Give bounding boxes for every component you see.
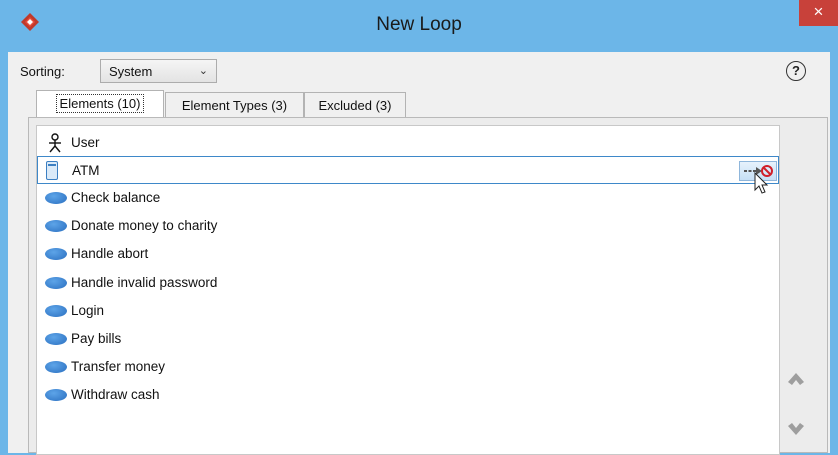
list-item-pay-bills[interactable]: Pay bills — [37, 325, 779, 353]
chevron-down-icon: ⌄ — [198, 65, 208, 77]
use-case-icon — [45, 277, 67, 289]
list-item-atm[interactable]: ATM — [37, 156, 779, 194]
tab-element-types[interactable]: Element Types (3) — [165, 92, 304, 117]
use-case-icon — [45, 389, 67, 401]
list-item-login[interactable]: Login — [37, 297, 779, 325]
tab-elements[interactable]: Elements (10) — [36, 90, 164, 118]
list-item-label: Check balance — [71, 190, 161, 205]
tab-element-types-label: Element Types (3) — [181, 98, 288, 113]
tab-excluded[interactable]: Excluded (3) — [304, 92, 406, 117]
list-item-handle-abort[interactable]: Handle abort — [37, 240, 779, 268]
use-case-icon — [45, 305, 67, 317]
list-item-label: Pay bills — [71, 331, 122, 346]
sorting-label: Sorting: — [20, 64, 65, 79]
tab-elements-label: Elements (10) — [55, 94, 145, 113]
list-item-handle-invalid-password[interactable]: Handle invalid password — [37, 269, 779, 297]
actor-icon — [49, 133, 61, 153]
list-item-transfer-money[interactable]: Transfer money — [37, 353, 779, 381]
use-case-icon — [45, 248, 67, 260]
help-icon[interactable]: ? — [786, 61, 806, 81]
list-item-check-balance[interactable]: Check balance — [37, 184, 779, 212]
window-title: New Loop — [376, 14, 462, 35]
list-item-label: Login — [71, 303, 105, 318]
new-loop-dialog: New Loop × Sorting: System ⌄ ? Elements … — [0, 0, 838, 455]
list-item-label: Handle abort — [71, 246, 149, 261]
use-case-icon — [45, 192, 67, 204]
list-item-user[interactable]: User — [37, 129, 779, 157]
use-case-icon — [45, 361, 67, 373]
move-up-icon[interactable] — [787, 372, 805, 386]
list-item-donate-money[interactable]: Donate money to charity — [37, 212, 779, 240]
close-button[interactable]: × — [799, 0, 838, 26]
list-item-label: User — [71, 135, 100, 150]
lifeline-icon — [46, 161, 58, 180]
tab-excluded-label: Excluded (3) — [318, 98, 392, 113]
list-item-label: Transfer money — [71, 359, 166, 374]
list-item-label: ATM — [72, 163, 100, 178]
dialog-body: Sorting: System ⌄ ? Elements (10) Elemen… — [8, 52, 830, 455]
list-item-label: Withdraw cash — [71, 387, 160, 402]
list-item-label: Handle invalid password — [71, 275, 218, 290]
sorting-value: System — [109, 64, 153, 79]
use-case-icon — [45, 220, 67, 232]
title-bar[interactable]: New Loop × — [0, 0, 838, 52]
use-case-icon — [45, 333, 67, 345]
elements-panel: User ATM Check balance Donate money to c… — [28, 117, 828, 455]
sorting-dropdown[interactable]: System ⌄ — [100, 59, 217, 83]
elements-list[interactable]: User ATM Check balance Donate money to c… — [36, 125, 780, 455]
move-down-icon[interactable] — [787, 422, 805, 436]
list-item-label: Donate money to charity — [71, 218, 218, 233]
list-item-withdraw-cash[interactable]: Withdraw cash — [37, 381, 779, 409]
